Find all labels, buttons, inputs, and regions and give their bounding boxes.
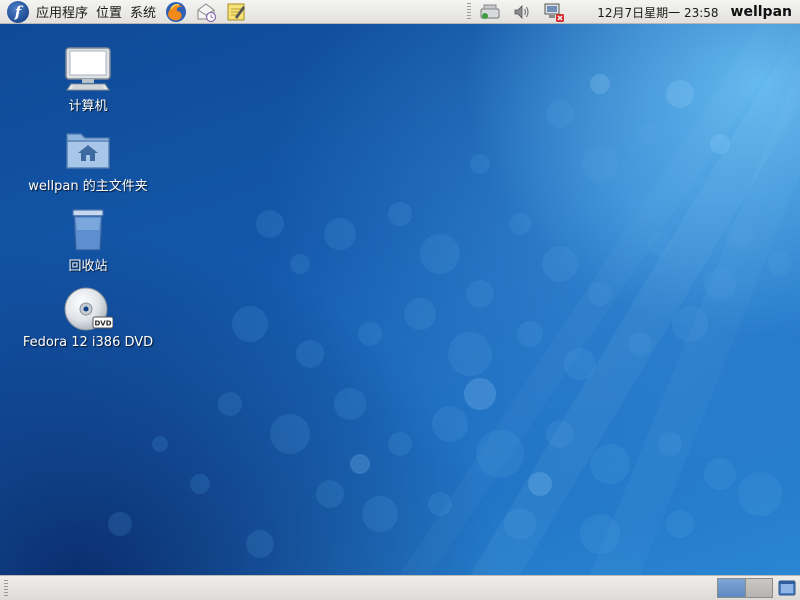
dvd-label: Fedora 12 i386 DVD: [22, 335, 154, 350]
home-folder-desktop-icon[interactable]: wellpan 的主文件夹: [8, 126, 168, 194]
system-tray: 12月7日星期一 23:58 wellpan: [467, 0, 800, 24]
trash-label: 回收站: [68, 259, 108, 274]
trash-icon: [62, 206, 114, 252]
menu-system[interactable]: 系统: [130, 2, 156, 21]
computer-label: 计算机: [68, 99, 108, 114]
workspace-1[interactable]: [718, 579, 745, 597]
fedora-logo-icon[interactable]: f: [7, 0, 29, 23]
desktop-background[interactable]: 计算机 wellpan 的主文件夹 回收站 DVD Fedora 12 i386…: [0, 24, 800, 575]
svg-text:DVD: DVD: [94, 320, 111, 328]
firefox-icon[interactable]: [164, 1, 188, 23]
top-panel: f 应用程序 位置 系统 12月7日星期一 23:58 wellpan: [0, 0, 800, 24]
workspace-switcher: [717, 578, 773, 598]
dvd-icon: DVD: [62, 286, 114, 332]
clock[interactable]: 12月7日星期一 23:58: [597, 4, 718, 21]
trash-desktop-icon[interactable]: 回收站: [8, 206, 168, 274]
computer-desktop-icon[interactable]: 计算机: [8, 46, 168, 114]
network-manager-icon[interactable]: [477, 1, 503, 23]
show-desktop-icon[interactable]: [777, 578, 797, 598]
menu-places[interactable]: 位置: [96, 2, 122, 21]
user-switcher[interactable]: wellpan: [731, 4, 792, 20]
dvd-desktop-icon[interactable]: DVD Fedora 12 i386 DVD: [8, 286, 168, 350]
panel-drag-handle[interactable]: [4, 580, 8, 596]
network-disconnected-icon[interactable]: [541, 1, 567, 23]
notes-editor-icon[interactable]: [224, 1, 248, 23]
home-folder-label: wellpan 的主文件夹: [28, 179, 148, 194]
home-folder-icon: [62, 126, 114, 172]
evolution-mail-icon[interactable]: [194, 1, 218, 23]
panel-drag-handle[interactable]: [467, 3, 472, 21]
menu-applications[interactable]: 应用程序: [36, 2, 88, 21]
bottom-panel: [0, 575, 800, 600]
computer-icon: [62, 46, 114, 92]
volume-icon[interactable]: [509, 1, 535, 23]
workspace-2[interactable]: [744, 579, 772, 597]
